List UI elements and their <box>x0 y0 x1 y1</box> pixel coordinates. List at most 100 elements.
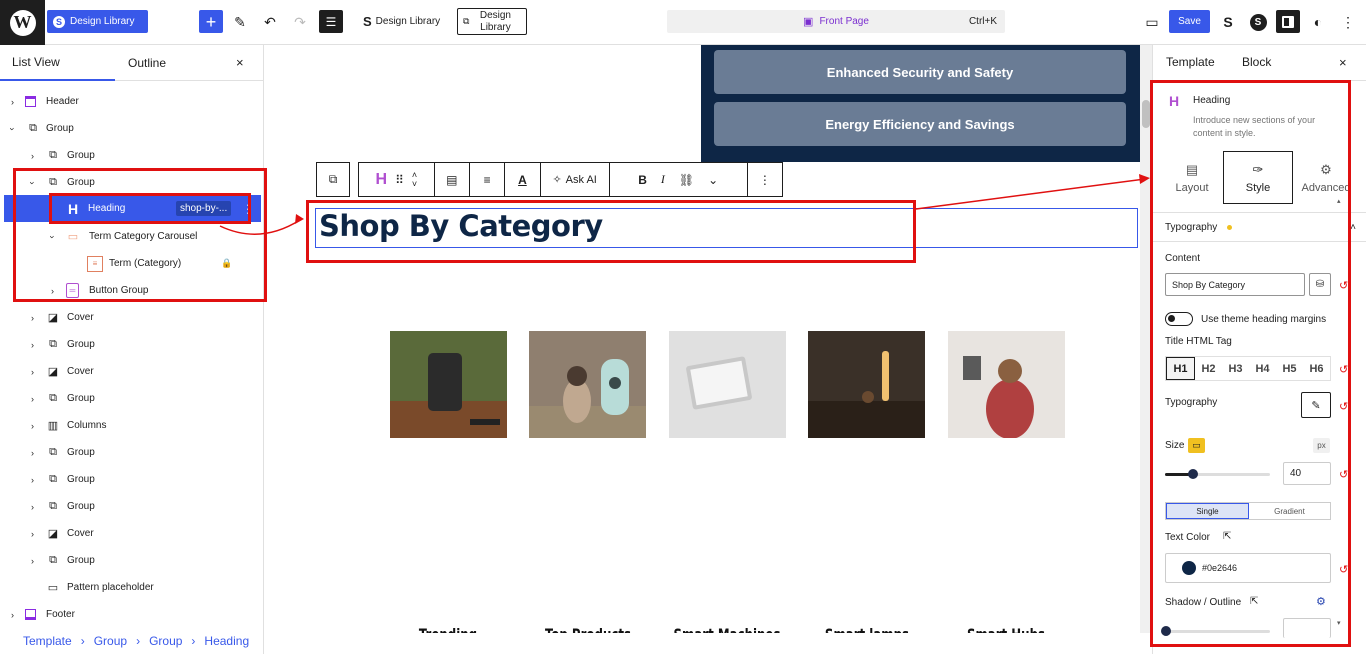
text-color-picker[interactable]: #0e2646 <box>1165 553 1331 583</box>
chevron-down-icon[interactable]: › <box>48 235 58 238</box>
chevron-right-icon[interactable]: › <box>31 367 34 377</box>
category-label[interactable]: Trending <box>391 625 506 633</box>
chevron-right-icon[interactable]: › <box>31 475 34 485</box>
chevron-right-icon[interactable]: › <box>31 394 34 404</box>
canvas-scrollbar[interactable] <box>1140 45 1152 633</box>
breadcrumb-item[interactable]: Group <box>149 634 182 648</box>
stackable-s-icon[interactable]: S <box>1218 12 1238 32</box>
options-icon[interactable]: ⋮ <box>242 202 254 216</box>
align-wide-icon[interactable]: ▤ <box>435 163 470 196</box>
slider-knob[interactable] <box>1161 626 1171 636</box>
slider-knob[interactable] <box>1188 469 1198 479</box>
tree-item-cover[interactable]: › ◪ Cover <box>0 358 263 385</box>
link-icon[interactable]: ⛓ <box>679 173 694 187</box>
gear-icon[interactable]: ⚙ <box>1316 595 1326 608</box>
global-color-icon[interactable]: ⇱ <box>1223 531 1231 542</box>
tree-item-cover[interactable]: › ◪ Cover <box>0 520 263 547</box>
category-label[interactable]: Smart Machines <box>670 625 785 633</box>
chevron-right-icon[interactable]: › <box>11 97 14 107</box>
tree-item-group[interactable]: › ⧉ Group <box>0 115 263 142</box>
select-parent-button[interactable]: ⧉ <box>316 162 350 197</box>
chevron-right-icon[interactable]: › <box>51 286 54 296</box>
content-field[interactable]: Shop By Category <box>1165 273 1305 296</box>
close-icon[interactable]: × <box>1339 55 1347 70</box>
breadcrumb-item[interactable]: Heading <box>204 634 249 648</box>
tab-list-view[interactable]: List View <box>0 45 115 81</box>
design-library-button[interactable]: S Design Library <box>47 10 148 33</box>
global-style-icon[interactable]: ⇱ <box>1250 596 1258 607</box>
chevron-right-icon[interactable]: › <box>31 313 34 323</box>
tab-outline[interactable]: Outline <box>115 45 179 81</box>
sidebar-scrollbar[interactable]: ▴ ▾ <box>1337 197 1343 633</box>
drag-handle-icon[interactable]: ⠿ <box>395 173 404 187</box>
tree-item-heading[interactable]: H Heading shop-by-... ⋮ <box>4 195 261 222</box>
tree-item-pattern-placeholder[interactable]: ▭ Pattern placeholder <box>0 574 263 601</box>
redo-icon[interactable]: ↷ <box>290 12 310 32</box>
breadcrumb-item[interactable]: Group <box>94 634 127 648</box>
block-switcher[interactable]: H ⠿ ˄ ˅ <box>359 163 435 196</box>
size-unit[interactable]: px <box>1313 438 1330 453</box>
text-color-icon[interactable]: A <box>505 163 541 196</box>
scroll-down-icon[interactable]: ▾ <box>1337 619 1341 627</box>
close-icon[interactable]: × <box>236 55 244 70</box>
tab-style[interactable]: ✑ Style <box>1223 151 1293 204</box>
tab-template[interactable]: Template <box>1166 55 1215 69</box>
pencil-icon[interactable]: ✎ <box>230 12 250 32</box>
chevron-down-icon[interactable]: › <box>8 127 18 130</box>
theme-margins-toggle[interactable] <box>1165 312 1193 326</box>
undo-icon[interactable]: ↶ <box>260 12 280 32</box>
tree-item-button-group[interactable]: › ═ Button Group <box>0 277 263 304</box>
shadow-slider[interactable] <box>1161 626 1270 636</box>
category-image[interactable] <box>669 331 786 438</box>
desktop-icon[interactable]: ▭ <box>1188 438 1205 453</box>
document-overview-icon[interactable]: ☰ <box>319 10 343 33</box>
chevron-right-icon[interactable]: › <box>31 151 34 161</box>
chevron-right-icon[interactable]: › <box>31 502 34 512</box>
tag-h2[interactable]: H2 <box>1195 357 1222 380</box>
italic-icon[interactable]: I <box>661 172 665 187</box>
color-mode-single[interactable]: Single <box>1166 503 1249 519</box>
category-image[interactable] <box>808 331 925 438</box>
wordpress-icon[interactable]: W <box>0 0 45 45</box>
category-label[interactable]: Top Products <box>531 625 646 633</box>
feature-card[interactable]: Enhanced Security and Safety <box>714 50 1126 94</box>
view-desktop-icon[interactable]: ▭ <box>1142 12 1162 32</box>
tab-advanced[interactable]: ⚙ Advanced <box>1295 151 1357 204</box>
color-mode-gradient[interactable]: Gradient <box>1249 503 1330 519</box>
plus-icon[interactable]: + <box>199 10 223 33</box>
chevron-right-icon[interactable]: › <box>11 610 14 620</box>
design-library-tool-button[interactable]: S Design Library <box>363 14 440 29</box>
tag-h6[interactable]: H6 <box>1303 357 1330 380</box>
tree-item-columns[interactable]: › ▥ Columns <box>0 412 263 439</box>
move-up-down-icon[interactable]: ˄ ˅ <box>412 170 417 189</box>
chevron-down-icon[interactable]: ⌄ <box>708 173 718 187</box>
tree-item-group[interactable]: › ⧉ Group <box>0 142 263 169</box>
category-image[interactable] <box>948 331 1065 438</box>
database-icon[interactable]: ⛁ <box>1309 273 1331 296</box>
settings-icon[interactable] <box>1276 10 1300 33</box>
page-heading[interactable]: Shop By Category <box>319 209 603 243</box>
scroll-up-icon[interactable]: ▴ <box>1337 197 1341 205</box>
chevron-right-icon[interactable]: › <box>31 421 34 431</box>
tag-h4[interactable]: H4 <box>1249 357 1276 380</box>
category-image[interactable] <box>529 331 646 438</box>
tab-layout[interactable]: ▤ Layout <box>1161 151 1223 204</box>
category-label[interactable]: Smart Hubs <box>949 625 1064 633</box>
tag-h1[interactable]: H1 <box>1166 357 1195 380</box>
command-palette-button[interactable]: ▣ Front Page Ctrl+K <box>667 10 1005 33</box>
tree-item-group[interactable]: › ⧉ Group <box>0 439 263 466</box>
tab-block[interactable]: Block <box>1242 55 1271 69</box>
tree-item-group[interactable]: › ⧉ Group <box>0 547 263 574</box>
tag-h5[interactable]: H5 <box>1276 357 1303 380</box>
breadcrumb-item[interactable]: Template <box>23 634 72 648</box>
tree-item-term-carousel[interactable]: › ▭ Term Category Carousel <box>0 223 263 250</box>
tree-item-group[interactable]: › ⧉ Group <box>0 466 263 493</box>
pencil-icon[interactable]: ✎ <box>1301 392 1331 418</box>
typography-section-toggle[interactable]: Typography ˄ <box>1153 212 1366 242</box>
scrollbar-thumb[interactable] <box>1142 100 1150 128</box>
editor-canvas[interactable]: Enhanced Security and Safety Energy Effi… <box>264 45 1140 633</box>
tree-item-group[interactable]: › ⧉ Group <box>0 331 263 358</box>
feature-card[interactable]: Energy Efficiency and Savings <box>714 102 1126 146</box>
tree-item-group[interactable]: › ⧉ Group <box>0 493 263 520</box>
options-icon[interactable]: ⋮ <box>1338 12 1358 32</box>
